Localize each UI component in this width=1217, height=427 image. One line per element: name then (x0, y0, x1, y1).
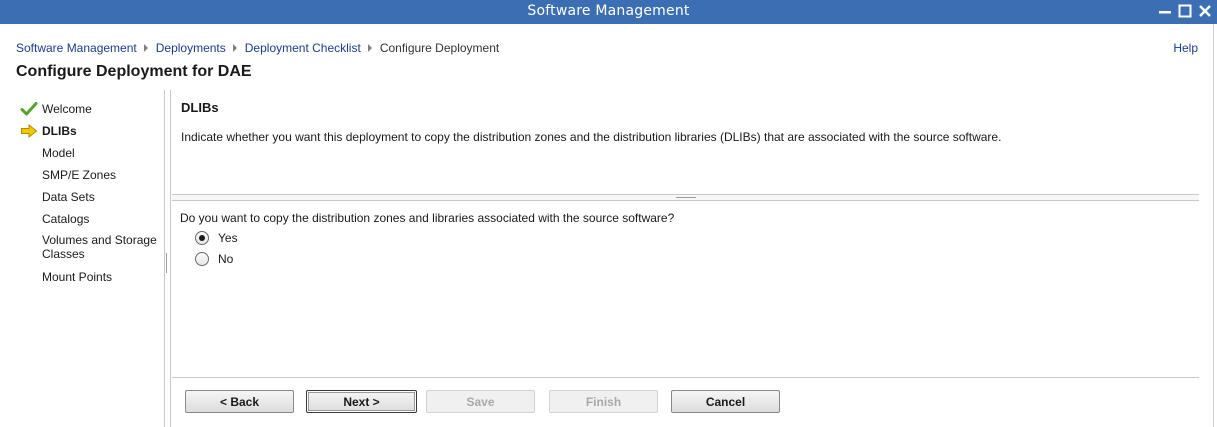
wizard-step-data-sets[interactable]: Data Sets (20, 188, 166, 210)
wizard-step-volumes-storage-classes[interactable]: Volumes and Storage Classes (20, 232, 166, 268)
breadcrumb-separator-icon (137, 42, 156, 54)
wizard-step-label: Model (42, 146, 75, 160)
save-button: Save (426, 390, 535, 413)
yes-radio[interactable] (195, 231, 209, 245)
option-yes[interactable]: Yes (195, 231, 238, 245)
wizard-step-label: Data Sets (42, 190, 95, 204)
wizard-step-label: Volumes and Storage (42, 233, 157, 247)
breadcrumb-link-software-management[interactable]: Software Management (16, 41, 137, 55)
maximize-icon[interactable] (1177, 3, 1193, 20)
section-header-pane: DLIBs Indicate whether you want this dep… (172, 90, 1199, 194)
breadcrumb-separator-icon (361, 42, 380, 54)
window-controls (1157, 3, 1213, 20)
wizard-step-label: SMP/E Zones (42, 168, 117, 182)
wizard-step-label: DLIBs (42, 124, 77, 138)
no-radio-label[interactable]: No (218, 252, 233, 266)
section-title: DLIBs (181, 100, 219, 115)
breadcrumb-current: Configure Deployment (379, 41, 500, 55)
minimize-icon[interactable] (1157, 3, 1173, 20)
next-button[interactable]: Next > (306, 390, 417, 413)
section-description: Indicate whether you want this deploymen… (181, 130, 1002, 144)
sidebar-splitter-grip-icon[interactable] (166, 253, 168, 273)
back-button[interactable]: < Back (185, 390, 294, 413)
help-link[interactable]: Help (1173, 41, 1198, 55)
check-icon (20, 101, 38, 117)
wizard-steps-nav: Welcome DLIBs Model SMP/E Zones Data Set… (20, 100, 166, 290)
breadcrumb-separator-icon (226, 42, 245, 54)
pane-splitter[interactable] (172, 194, 1199, 201)
wizard-step-dlibs[interactable]: DLIBs (20, 122, 166, 144)
wizard-step-label: Welcome (42, 102, 92, 116)
breadcrumb-link-deployment-checklist[interactable]: Deployment Checklist (245, 41, 361, 55)
finish-button: Finish (549, 390, 658, 413)
no-radio[interactable] (195, 252, 209, 266)
option-no[interactable]: No (195, 252, 233, 266)
wizard-step-welcome[interactable]: Welcome (20, 100, 166, 122)
copy-dlibs-question: Do you want to copy the distribution zon… (180, 211, 675, 225)
wizard-step-label: Mount Points (42, 270, 113, 284)
breadcrumb-link-deployments[interactable]: Deployments (156, 41, 226, 55)
cancel-button[interactable]: Cancel (671, 390, 780, 413)
wizard-step-mount-points[interactable]: Mount Points (20, 268, 166, 290)
close-icon[interactable] (1197, 3, 1213, 20)
window-titlebar: Software Management (0, 0, 1217, 24)
window-right-border (1213, 24, 1214, 427)
page-title: Configure Deployment for DAE (16, 63, 252, 80)
button-bar-divider (172, 377, 1199, 378)
wizard-step-label: Catalogs (42, 212, 90, 226)
wizard-step-smpe-zones[interactable]: SMP/E Zones (20, 166, 166, 188)
window-title: Software Management (527, 3, 690, 19)
wizard-step-catalogs[interactable]: Catalogs (20, 210, 166, 232)
arrow-right-icon (20, 123, 38, 139)
wizard-step-model[interactable]: Model (20, 144, 166, 166)
breadcrumb: Software Management Deployments Deployme… (16, 41, 499, 55)
pane-splitter-grip-icon[interactable] (676, 197, 696, 199)
yes-radio-label[interactable]: Yes (218, 231, 238, 245)
wizard-step-label-line2: Classes (42, 247, 85, 261)
